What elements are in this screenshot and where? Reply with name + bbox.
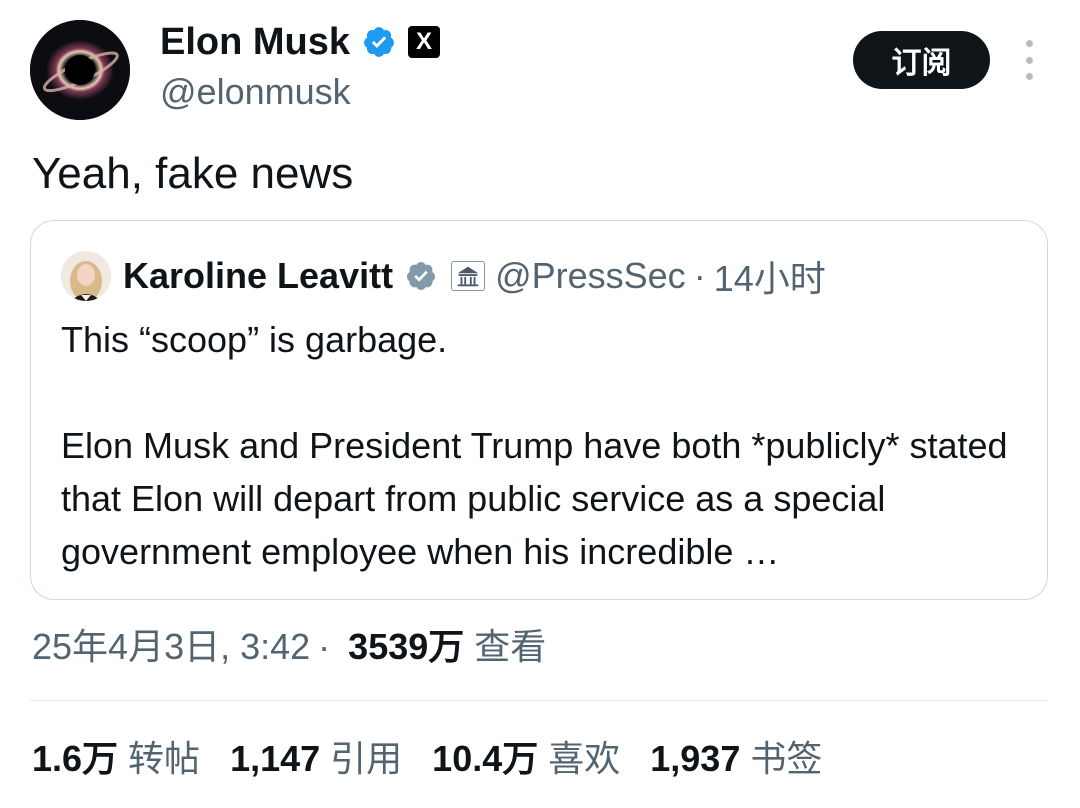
quoted-author-name[interactable]: Karoline Leavitt <box>123 255 393 297</box>
quoted-author-avatar[interactable] <box>61 251 111 301</box>
government-verified-badge-icon <box>407 262 436 290</box>
separator-dot: · <box>693 255 706 296</box>
stat-label: 转帖 <box>128 738 201 779</box>
views-count: 3539万 <box>348 626 465 667</box>
post-meta: 25年4月3日, 3:42 · 3539万 查看 <box>32 624 546 670</box>
stat-count: 1,937 <box>650 738 741 779</box>
stat-label: 书签 <box>750 738 823 779</box>
author-handle[interactable]: @elonmusk <box>160 70 351 114</box>
quoted-body: This “scoop” is garbage. Elon Musk and P… <box>61 313 1031 578</box>
quoted-author-handle[interactable]: @PressSec <box>495 255 686 297</box>
verified-badge-icon <box>364 27 394 57</box>
more-dot <box>1025 40 1033 47</box>
more-dot <box>1025 56 1033 64</box>
author-name[interactable]: Elon Musk <box>160 20 350 64</box>
x-logo-icon: X <box>408 26 441 58</box>
subscribe-button[interactable]: 订阅 <box>853 31 990 89</box>
government-affiliation-icon <box>451 261 486 291</box>
quoted-header: Karoline Leavitt @PressSec · 14小时 <box>123 251 826 301</box>
post-timestamp[interactable]: 25年4月3日, 3:42 <box>32 624 310 670</box>
quoted-timestamp[interactable]: 14小时 <box>714 250 826 302</box>
stat-count: 1.6万 <box>32 738 119 779</box>
quoted-paragraph: This “scoop” is garbage. <box>61 319 448 360</box>
quoted-paragraph: Elon Musk and President Trump have both … <box>61 425 1008 572</box>
post-text: Yeah, fake news <box>32 149 354 198</box>
quotes-stat[interactable]: 1,147 引用 <box>230 736 402 782</box>
more-options-icon[interactable] <box>1018 40 1040 80</box>
views-label: 查看 <box>474 626 547 667</box>
author-name-row[interactable]: Elon Musk X <box>160 20 441 64</box>
divider <box>30 700 1048 701</box>
stat-label: 引用 <box>330 738 403 779</box>
engagement-stats: 1.6万 转帖 1,147 引用 10.4万 喜欢 1,937 书签 <box>32 736 852 782</box>
likes-stat[interactable]: 10.4万 喜欢 <box>432 736 620 782</box>
separator-dot: · <box>318 626 331 667</box>
stat-count: 1,147 <box>230 738 321 779</box>
stat-count: 10.4万 <box>432 738 539 779</box>
bookmarks-stat[interactable]: 1,937 书签 <box>650 736 822 782</box>
more-dot <box>1025 73 1033 80</box>
stat-label: 喜欢 <box>548 738 621 779</box>
reposts-stat[interactable]: 1.6万 转帖 <box>32 736 200 782</box>
quoted-post[interactable]: Karoline Leavitt @PressSec · 14小时 This “… <box>30 220 1048 600</box>
author-avatar[interactable] <box>30 20 130 120</box>
